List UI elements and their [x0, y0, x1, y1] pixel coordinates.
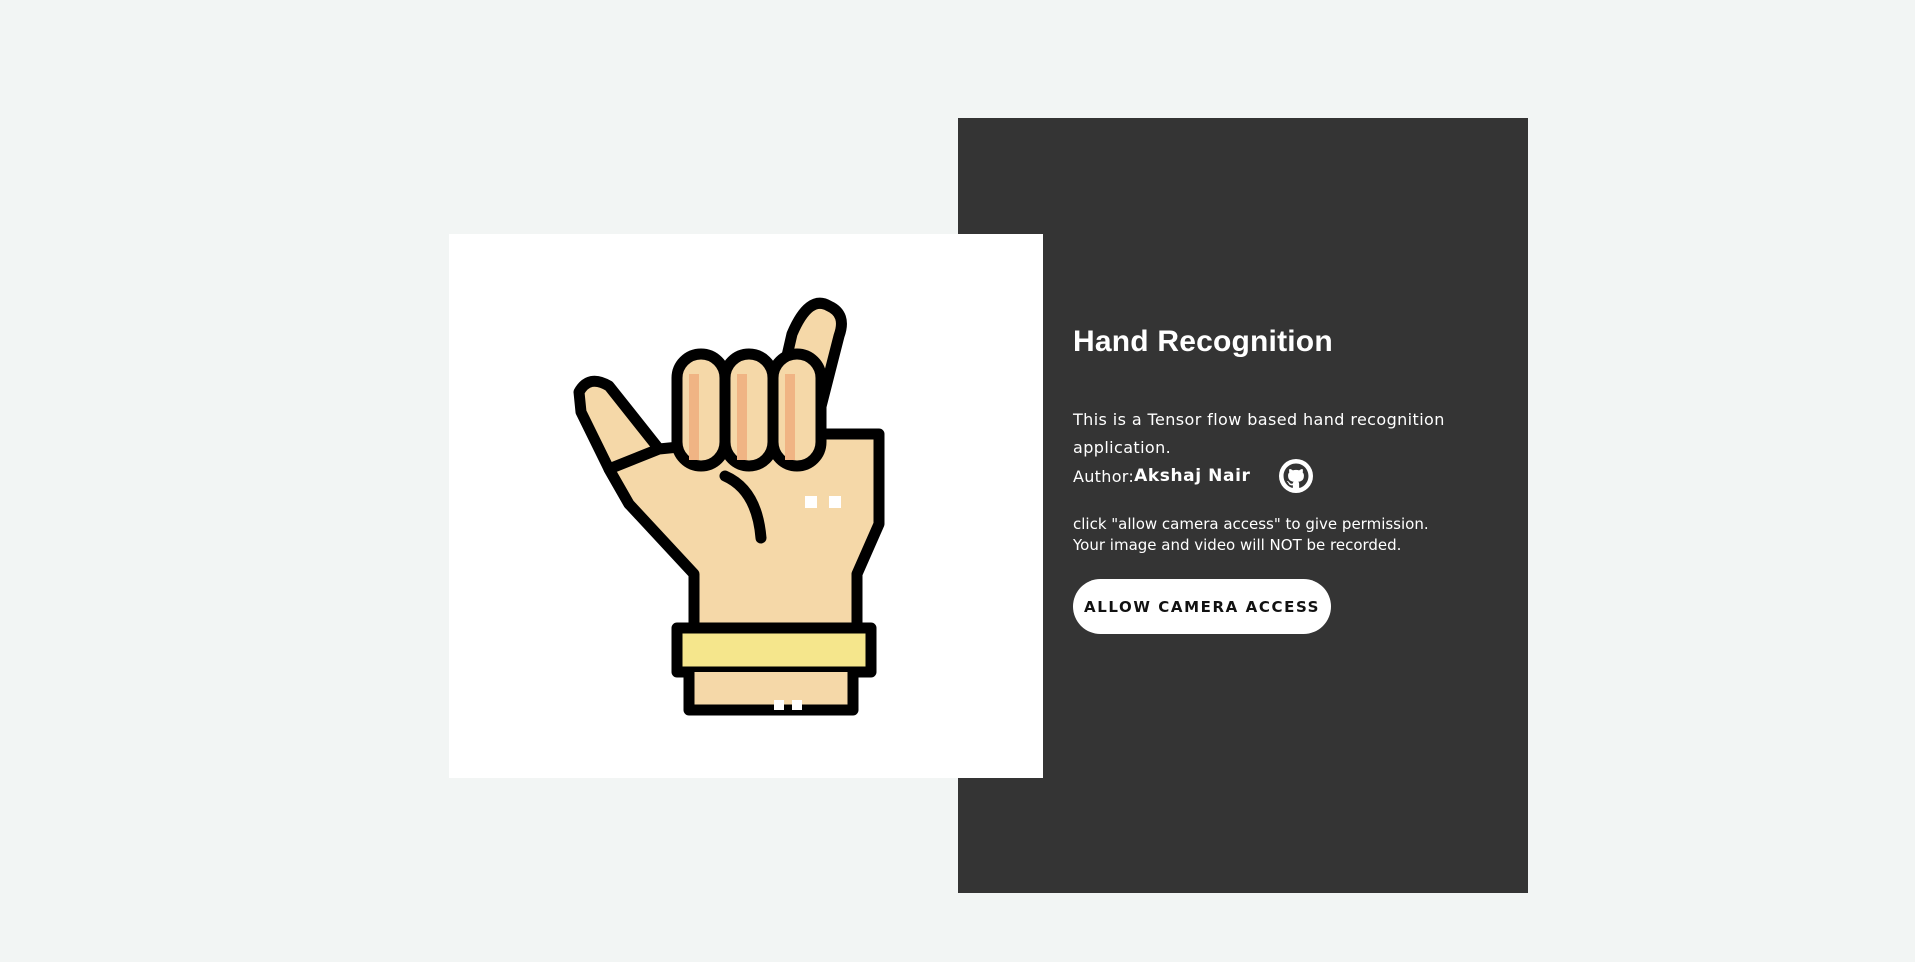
allow-camera-button[interactable]: ALLOW CAMERA ACCESS [1073, 579, 1332, 634]
author-name: Akshaj Nair [1134, 466, 1251, 486]
github-icon[interactable] [1278, 459, 1313, 493]
hero-content: Hand Recognition This is a Tensor flow b… [1073, 322, 1473, 634]
illustration-card [449, 234, 1043, 778]
author-label: Author: [1073, 466, 1135, 486]
shaka-hand-icon [573, 297, 885, 716]
author-row: Author: Akshaj Nair [1073, 458, 1473, 494]
permission-notice: click "allow camera access" to give perm… [1073, 515, 1429, 554]
page-title: Hand Recognition [1073, 325, 1333, 358]
description-text: This is a Tensor flow based hand recogni… [1073, 410, 1445, 457]
